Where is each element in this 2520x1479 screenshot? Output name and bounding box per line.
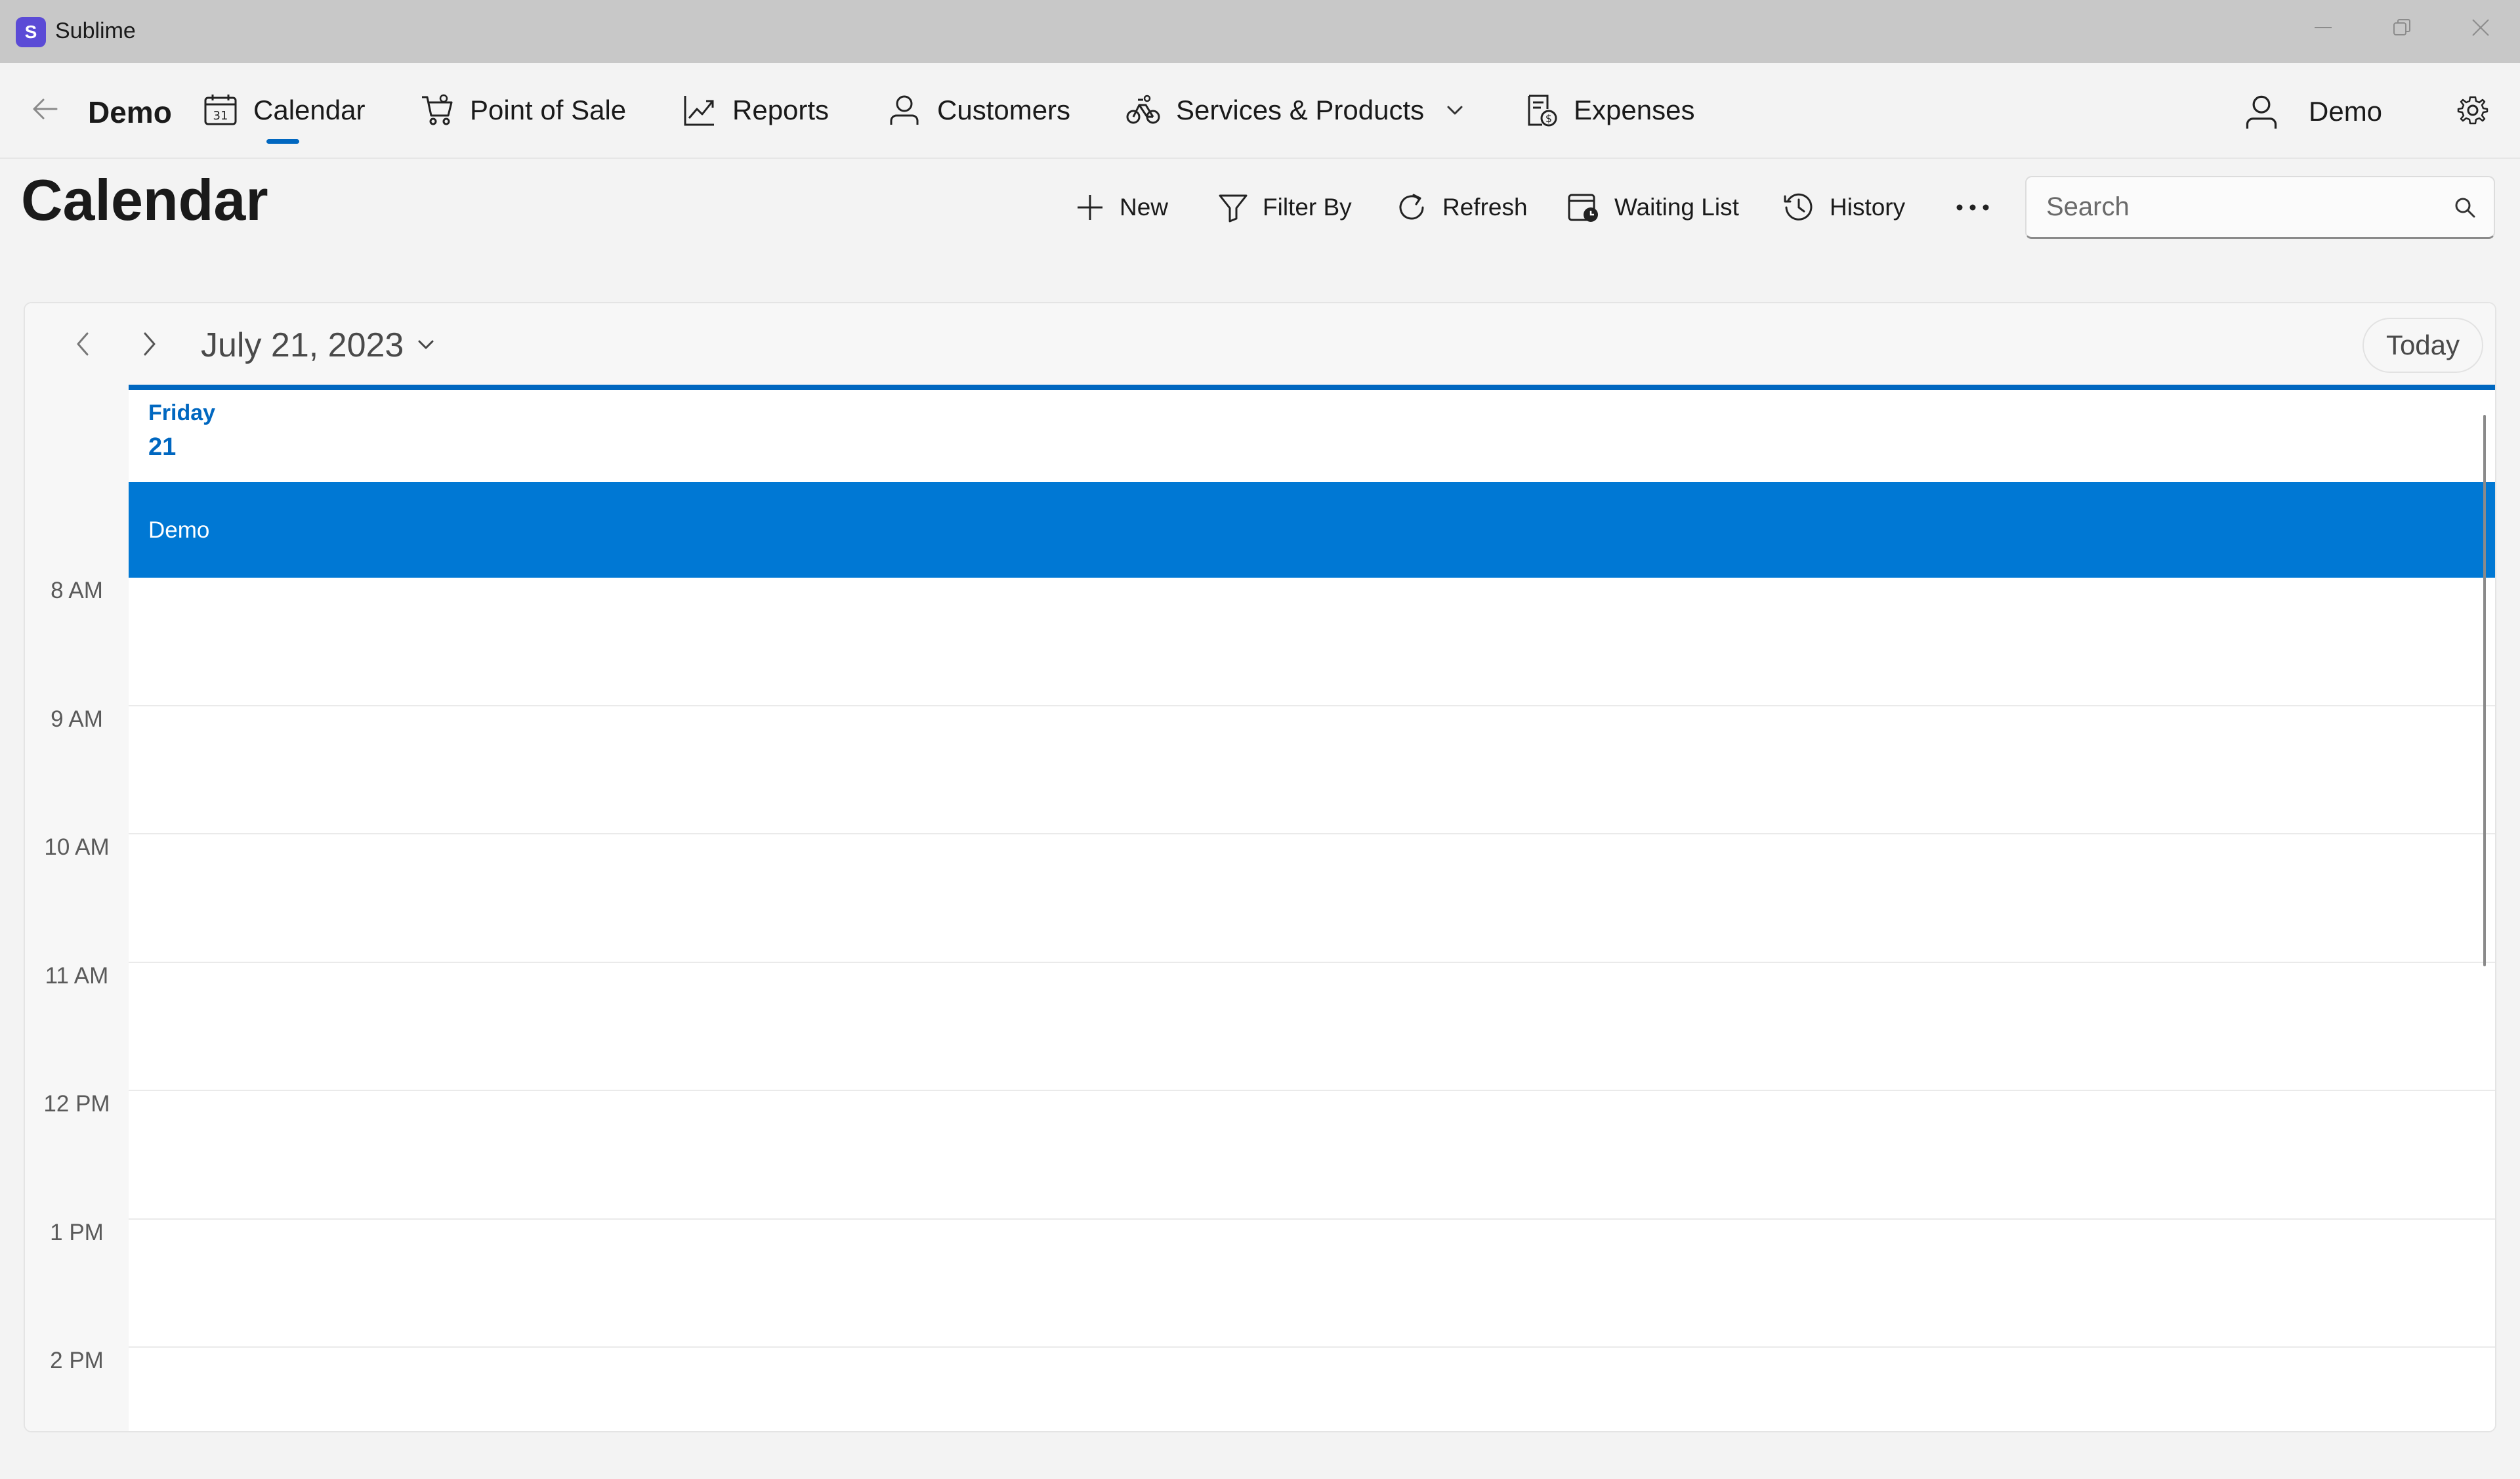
hour-label: 2 PM bbox=[50, 1348, 104, 1373]
person-icon bbox=[2246, 95, 2277, 129]
hour-label: 10 AM bbox=[44, 834, 110, 860]
nav-item-calendar[interactable]: 31 Calendar bbox=[203, 93, 365, 127]
current-day-indicator bbox=[129, 385, 2495, 390]
hour-label: 1 PM bbox=[50, 1220, 104, 1245]
cart-icon bbox=[422, 94, 453, 125]
back-button[interactable] bbox=[30, 95, 59, 123]
today-button[interactable]: Today bbox=[2362, 318, 2483, 373]
app-logo: S bbox=[16, 17, 46, 47]
filter-icon bbox=[1219, 194, 1248, 223]
restore-button[interactable] bbox=[2362, 0, 2441, 55]
search-box bbox=[2025, 176, 2495, 239]
person-icon bbox=[890, 95, 919, 125]
chevron-right-icon bbox=[144, 332, 156, 356]
nav-bar: Demo 31 Calendar Point of Sale Reports C… bbox=[0, 63, 2520, 159]
settings-button[interactable] bbox=[2457, 95, 2488, 126]
hour-label: 11 AM bbox=[45, 963, 109, 989]
close-button[interactable] bbox=[2441, 0, 2520, 55]
receipt-icon: $ bbox=[1528, 95, 1557, 127]
user-account-button[interactable]: Demo bbox=[2243, 93, 2382, 130]
resource-label: Demo bbox=[148, 517, 210, 543]
vertical-scrollbar[interactable] bbox=[2483, 415, 2486, 966]
resource-header[interactable]: Demo bbox=[129, 482, 2495, 578]
plus-icon bbox=[1078, 195, 1102, 220]
hour-gridline bbox=[129, 705, 2495, 706]
filter-by-button[interactable]: Filter By bbox=[1218, 186, 1352, 228]
svg-text:31: 31 bbox=[213, 109, 228, 123]
bicycle-icon bbox=[1126, 95, 1160, 124]
nav-item-customers[interactable]: Customers bbox=[887, 93, 1070, 127]
svg-text:$: $ bbox=[1545, 112, 1552, 125]
hour-gridline bbox=[129, 833, 2495, 834]
search-input[interactable] bbox=[2026, 177, 2446, 236]
restore-icon bbox=[2393, 19, 2410, 35]
more-options-button[interactable] bbox=[1954, 186, 1991, 228]
hour-label: 12 PM bbox=[43, 1091, 110, 1117]
refresh-icon bbox=[1399, 194, 1424, 220]
hour-gridline bbox=[129, 1090, 2495, 1091]
waiting-list-icon bbox=[1568, 194, 1598, 222]
previous-day-button[interactable] bbox=[66, 327, 100, 361]
calendar-icon: 31 bbox=[204, 95, 237, 125]
search-icon bbox=[2455, 198, 2475, 218]
close-icon bbox=[2472, 19, 2489, 36]
calendar-panel: July 21, 2023 Today 8 AM 9 AM 10 AM 11 A… bbox=[24, 302, 2496, 1432]
gear-icon bbox=[2457, 96, 2488, 125]
back-arrow-icon bbox=[33, 98, 58, 119]
search-button[interactable] bbox=[2453, 196, 2477, 219]
title-bar: S Sublime bbox=[0, 0, 2520, 63]
date-picker-label[interactable]: July 21, 2023 bbox=[201, 326, 404, 365]
business-name[interactable]: Demo bbox=[88, 95, 172, 130]
next-day-button[interactable] bbox=[133, 327, 167, 361]
day-name: Friday bbox=[148, 400, 216, 425]
hour-label: 9 AM bbox=[51, 706, 103, 732]
nav-item-services-products[interactable]: Services & Products bbox=[1126, 93, 1465, 127]
nav-item-reports[interactable]: Reports bbox=[682, 93, 829, 127]
time-column: 8 AM 9 AM 10 AM 11 AM 12 PM 1 PM 2 PM bbox=[25, 385, 129, 1431]
refresh-button[interactable]: Refresh bbox=[1395, 186, 1528, 228]
chart-icon bbox=[684, 96, 714, 126]
app-title: Sublime bbox=[55, 18, 136, 43]
nav-item-expenses[interactable]: $ Expenses bbox=[1524, 93, 1694, 127]
date-picker-dropdown[interactable] bbox=[416, 336, 436, 353]
selected-tab-indicator bbox=[266, 139, 299, 144]
calendar-header: July 21, 2023 Today bbox=[25, 303, 2495, 385]
day-number: 21 bbox=[148, 433, 177, 461]
day-column[interactable]: Friday 21 Demo bbox=[129, 385, 2495, 1431]
hour-gridline bbox=[129, 1218, 2495, 1220]
minimize-icon bbox=[2315, 27, 2332, 28]
hour-label: 8 AM bbox=[51, 578, 103, 603]
history-button[interactable]: History bbox=[1782, 186, 1905, 228]
more-icon bbox=[1956, 204, 1989, 211]
hour-gridline bbox=[129, 1346, 2495, 1348]
hour-gridline bbox=[129, 962, 2495, 963]
waiting-list-button[interactable]: Waiting List bbox=[1567, 186, 1739, 228]
minimize-button[interactable] bbox=[2284, 0, 2362, 55]
chevron-left-icon bbox=[77, 332, 89, 356]
new-button[interactable]: New bbox=[1075, 186, 1168, 228]
history-icon bbox=[1784, 193, 1813, 221]
chevron-down-icon bbox=[418, 340, 434, 349]
nav-item-point-of-sale[interactable]: Point of Sale bbox=[420, 93, 626, 127]
chevron-down-icon bbox=[1447, 106, 1463, 115]
page-title: Calendar bbox=[21, 167, 268, 232]
